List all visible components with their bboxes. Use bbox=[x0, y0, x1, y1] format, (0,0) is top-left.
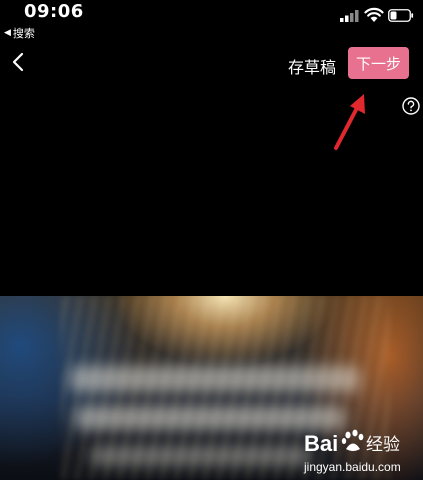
save-draft-button[interactable]: 存草稿 bbox=[288, 54, 336, 78]
status-time: 09:06 bbox=[24, 1, 84, 22]
blurred-caption-line bbox=[90, 446, 310, 466]
watermark-brand: Bai bbox=[304, 431, 338, 456]
help-icon[interactable] bbox=[402, 97, 420, 115]
annotation-arrow-icon bbox=[334, 94, 365, 150]
watermark-url: jingyan.baidu.com bbox=[303, 460, 401, 474]
baidu-watermark: Bai 经验 jingyan.baidu.com bbox=[303, 429, 401, 474]
battery-icon bbox=[388, 9, 414, 22]
watermark-brand2: 经验 bbox=[366, 435, 400, 455]
back-to-app-link[interactable]: ◀ 搜索 bbox=[4, 25, 35, 41]
cellular-signal-icon bbox=[340, 10, 359, 22]
next-step-button[interactable]: 下一步 bbox=[348, 47, 409, 79]
back-triangle-icon: ◀ bbox=[4, 28, 11, 38]
back-to-app-label: 搜索 bbox=[12, 27, 35, 40]
back-chevron-icon[interactable] bbox=[8, 50, 30, 74]
paw-icon bbox=[341, 429, 364, 451]
status-bar: 09:06 bbox=[0, 0, 423, 24]
next-step-label: 下一步 bbox=[355, 54, 401, 73]
wifi-icon bbox=[364, 7, 384, 22]
blurred-caption-line bbox=[70, 366, 360, 392]
